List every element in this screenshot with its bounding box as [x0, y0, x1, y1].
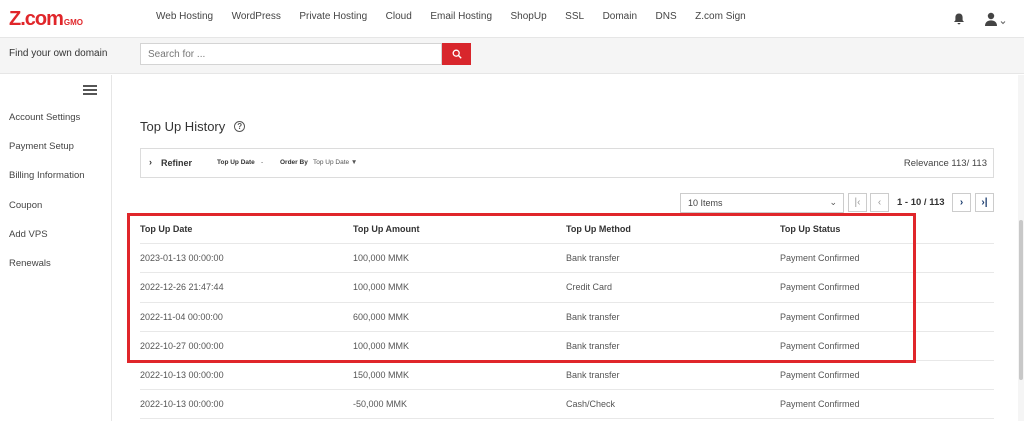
filter-top-up-date-label: Top Up Date — [217, 159, 255, 166]
nav-zcom-sign[interactable]: Z.com Sign — [695, 11, 746, 22]
refiner-panel[interactable]: › Refiner Top Up Date - Order By Top Up … — [140, 148, 994, 178]
sidebar-item-coupon[interactable]: Coupon — [9, 200, 85, 229]
help-icon[interactable]: ? — [234, 121, 246, 132]
items-per-page-select[interactable]: 10 Items ⌄ — [680, 193, 844, 213]
sidebar-item-payment-setup[interactable]: Payment Setup — [9, 141, 85, 170]
cell-amount: 600,000 MMK — [353, 311, 410, 322]
cell-date: 2022-11-04 00:00:00 — [140, 311, 223, 322]
cell-status: Payment Confirmed — [780, 340, 860, 351]
zcom-logo[interactable]: Z.com GMO — [9, 8, 84, 30]
table-row: 2022-11-04 00:00:00 600,000 MMK Bank tra… — [140, 303, 994, 332]
cell-method: Cash/Check — [566, 399, 616, 410]
filter-order-by-label: Order By — [280, 159, 308, 166]
header-top-up-status[interactable]: Top Up Status — [780, 224, 840, 234]
domain-search-bar: Find your own domain — [0, 38, 1024, 74]
table-row: 2022-10-27 00:00:00 100,000 MMK Bank tra… — [140, 332, 994, 361]
refiner-label[interactable]: Refiner — [161, 158, 192, 168]
cell-status: Payment Confirmed — [780, 253, 860, 264]
chevron-down-icon: ⌄ — [829, 197, 837, 207]
scrollbar-thumb[interactable] — [1019, 220, 1023, 380]
hamburger-menu-icon[interactable] — [83, 85, 97, 95]
sidebar-item-billing-information[interactable]: Billing Information — [9, 170, 85, 199]
cell-date: 2022-10-13 00:00:00 — [140, 399, 224, 410]
nav-cloud[interactable]: Cloud — [386, 11, 412, 22]
nav-private-hosting[interactable]: Private Hosting — [299, 11, 367, 22]
filter-order-by-value: Top Up Date ▼ — [313, 159, 358, 166]
first-page-button[interactable]: |‹ — [848, 193, 867, 212]
cell-date: 2023-01-13 00:00:00 — [140, 253, 224, 264]
sidebar: Account Settings Payment Setup Billing I… — [0, 75, 112, 421]
table-row: 2023-01-13 00:00:00 100,000 MMK Bank tra… — [140, 244, 994, 274]
cell-amount: 100,000 MMK — [353, 282, 410, 293]
chevron-left-icon: ‹ — [877, 197, 882, 208]
cell-method: Bank transfer — [566, 369, 620, 380]
nav-shopup[interactable]: ShopUp — [511, 11, 547, 22]
cell-status: Payment Confirmed — [780, 399, 860, 410]
relevance-count: Relevance 113/ 113 — [903, 158, 987, 169]
sidebar-menu: Account Settings Payment Setup Billing I… — [9, 112, 85, 287]
header-top-up-amount[interactable]: Top Up Amount — [353, 224, 419, 234]
cell-amount: -50,000 MMK — [353, 399, 408, 410]
find-domain-label: Find your own domain — [9, 48, 108, 59]
table-header-row: Top Up Date Top Up Amount Top Up Method … — [140, 215, 994, 245]
page-title: Top Up History ? — [140, 119, 246, 134]
bell-icon[interactable] — [952, 12, 966, 26]
chevron-right-icon[interactable]: › — [149, 157, 152, 167]
cell-status: Payment Confirmed — [780, 311, 860, 322]
nav-ssl[interactable]: SSL — [565, 11, 584, 22]
page-range: 1 - 10 / 113 — [897, 197, 945, 208]
table-row: 2022-10-13 00:00:00 150,000 MMK Bank tra… — [140, 361, 994, 391]
header-top-up-method[interactable]: Top Up Method — [566, 224, 631, 234]
cell-amount: 100,000 MMK — [353, 340, 410, 351]
page-title-text: Top Up History — [140, 119, 226, 134]
top-navigation: Z.com GMO Web Hosting WordPress Private … — [0, 0, 1024, 38]
sidebar-item-renewals[interactable]: Renewals — [9, 258, 85, 287]
user-icon[interactable] — [984, 12, 1006, 26]
cell-amount: 150,000 MMK — [353, 369, 410, 380]
cell-method: Bank transfer — [566, 340, 620, 351]
sidebar-item-account-settings[interactable]: Account Settings — [9, 112, 85, 141]
table-row: 2022-12-26 21:47:44 100,000 MMK Credit C… — [140, 273, 994, 303]
main-content: Top Up History ? › Refiner Top Up Date -… — [113, 75, 1024, 421]
header-top-up-date[interactable]: Top Up Date — [140, 224, 192, 234]
chevron-right-icon: › — [959, 197, 964, 208]
cell-date: 2022-10-27 00:00:00 — [140, 340, 224, 351]
items-per-page-value: 10 Items — [688, 198, 723, 208]
cell-date: 2022-12-26 21:47:44 — [140, 282, 224, 293]
nav-wordpress[interactable]: WordPress — [232, 11, 281, 22]
cell-status: Payment Confirmed — [780, 369, 860, 380]
logo-sub: GMO — [63, 18, 84, 27]
next-page-button[interactable]: › — [952, 193, 971, 212]
main-nav: Web Hosting WordPress Private Hosting Cl… — [156, 11, 764, 22]
search-button[interactable] — [442, 43, 471, 65]
filter-top-up-date-value: - — [261, 159, 264, 166]
search-icon — [452, 49, 462, 59]
cell-method: Bank transfer — [566, 253, 620, 264]
nav-dns[interactable]: DNS — [656, 11, 677, 22]
last-page-button[interactable]: ›| — [975, 193, 994, 212]
first-page-icon: |‹ — [854, 197, 861, 208]
logo-main: Z.com — [9, 8, 64, 30]
cell-date: 2022-10-13 00:00:00 — [140, 369, 224, 380]
table-row: 2022-10-13 00:00:00 -50,000 MMK Cash/Che… — [140, 390, 994, 420]
cell-status: Payment Confirmed — [780, 282, 860, 293]
nav-web-hosting[interactable]: Web Hosting — [156, 11, 213, 22]
sidebar-item-add-vps[interactable]: Add VPS — [9, 229, 85, 258]
cell-amount: 100,000 MMK — [353, 253, 410, 264]
nav-domain[interactable]: Domain — [603, 11, 637, 22]
domain-search-input[interactable] — [140, 43, 442, 65]
nav-email-hosting[interactable]: Email Hosting — [430, 11, 492, 22]
cell-method: Credit Card — [566, 282, 613, 293]
prev-page-button[interactable]: ‹ — [870, 193, 889, 212]
top-up-history-table: Top Up Date Top Up Amount Top Up Method … — [140, 215, 994, 420]
last-page-icon: ›| — [981, 197, 988, 208]
cell-method: Bank transfer — [566, 311, 620, 322]
